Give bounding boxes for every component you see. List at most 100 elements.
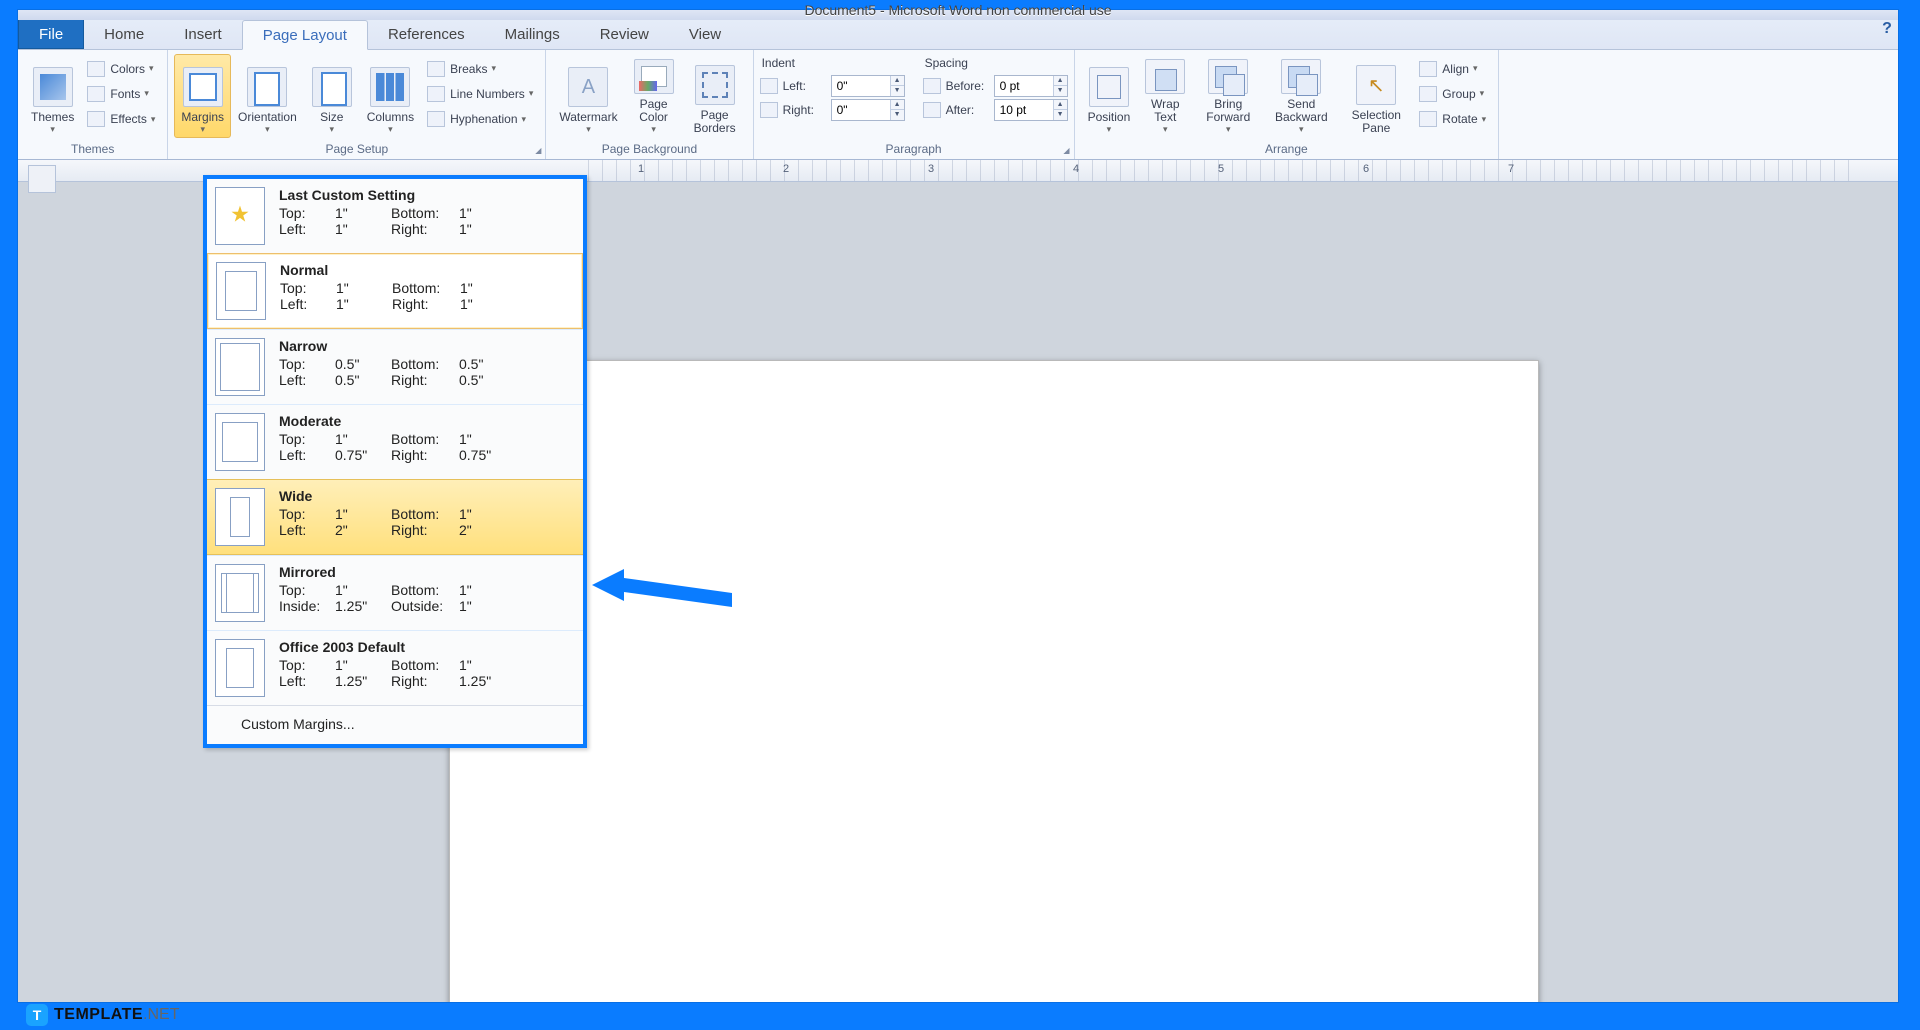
wrap-text-button[interactable]: Wrap Text▾ [1137,54,1193,138]
paragraph-dialog-launcher[interactable]: Paragraph [760,140,1068,157]
margin-thumb-icon [215,187,265,245]
colors-icon [87,61,105,77]
margin-thumb-icon [215,338,265,396]
breaks-button[interactable]: Breaks▾ [423,59,537,79]
app-window: Document5 - Microsoft Word non commercia… [18,10,1898,1002]
ruler-mark: 4 [1073,163,1079,175]
margin-thumb-icon [215,488,265,546]
indent-left-icon [760,78,778,94]
rotate-button[interactable]: Rotate▾ [1415,109,1490,129]
ruler-mark: 2 [783,163,789,175]
hyphenation-icon [427,111,445,127]
size-icon [312,67,352,107]
selection-pane-button[interactable]: Selection Pane [1339,54,1413,138]
margins-button[interactable]: Margins ▾ [174,54,231,138]
position-icon [1089,67,1129,107]
line-numbers-button[interactable]: Line Numbers▾ [423,84,537,104]
group-themes: Themes ▾ Colors▾ Fonts▾ Effects▾ Themes [18,50,168,159]
indent-right-icon [760,102,778,118]
ruler-mark: 1 [638,163,644,175]
tab-insert[interactable]: Insert [164,20,242,49]
margin-thumb-icon [215,564,265,622]
ruler-mark: 6 [1363,163,1369,175]
spacing-after-icon [923,102,941,118]
fonts-icon [87,86,105,102]
colors-button[interactable]: Colors▾ [83,59,159,79]
ruler-corner [28,165,56,193]
margins-option-narrow[interactable]: NarrowTop:0.5"Bottom:0.5"Left:0.5"Right:… [207,329,583,404]
themes-icon [33,67,73,107]
group-page-background: Watermark▾ Page Color▾ Page Borders Page… [546,50,753,159]
indent-left-input[interactable]: ▲▼ [831,75,905,97]
effects-icon [87,111,105,127]
columns-button[interactable]: Columns ▾ [360,54,421,138]
tab-references[interactable]: References [368,20,485,49]
ribbon: Themes ▾ Colors▾ Fonts▾ Effects▾ Themes … [18,50,1898,160]
group-button[interactable]: Group▾ [1415,84,1490,104]
tab-review[interactable]: Review [580,20,669,49]
indent-right-input[interactable]: ▲▼ [831,99,905,121]
watermark-button[interactable]: Watermark▾ [552,54,624,138]
tab-view[interactable]: View [669,20,741,49]
spacing-before-icon [923,78,941,94]
page-color-icon [634,59,674,94]
group-paragraph: Indent Left: ▲▼ Right: ▲▼ Spacing Before… [754,50,1075,159]
title-bar: Document5 - Microsoft Word non commercia… [18,10,1898,20]
group-arrange: Position▾ Wrap Text▾ Bring Forward▾ Send… [1075,50,1500,159]
group-icon [1419,86,1437,102]
tab-mailings[interactable]: Mailings [485,20,580,49]
watermark-icon [568,67,608,107]
orientation-button[interactable]: Orientation ▾ [231,54,304,138]
margins-option-mirrored[interactable]: MirroredTop:1"Bottom:1"Inside:1.25"Outsi… [207,555,583,630]
margins-option-moderate[interactable]: ModerateTop:1"Bottom:1"Left:0.75"Right:0… [207,404,583,479]
ribbon-tabs: File HomeInsertPage LayoutReferencesMail… [18,20,1898,50]
spacing-before-input[interactable]: ▲▼ [994,75,1068,97]
margins-option-last[interactable]: Last Custom SettingTop:1"Bottom:1"Left:1… [207,179,583,253]
watermark-footer: T TEMPLATE.NET [26,1004,179,1026]
align-icon [1419,61,1437,77]
help-icon[interactable]: ? [1876,20,1898,49]
position-button[interactable]: Position▾ [1081,54,1138,138]
spacing-after-input[interactable]: ▲▼ [994,99,1068,121]
columns-icon [370,67,410,107]
effects-button[interactable]: Effects▾ [83,109,159,129]
fonts-button[interactable]: Fonts▾ [83,84,159,104]
tab-page-layout[interactable]: Page Layout [242,20,368,50]
margin-thumb-icon [216,262,266,320]
breaks-icon [427,61,445,77]
rotate-icon [1419,111,1437,127]
themes-button[interactable]: Themes ▾ [24,54,81,138]
margins-icon [183,67,223,107]
group-page-setup: Margins ▾ Orientation ▾ Size ▾ Columns ▾ [168,50,546,159]
margins-option-o2003[interactable]: Office 2003 DefaultTop:1"Bottom:1"Left:1… [207,630,583,705]
window-title: Document5 - Microsoft Word non commercia… [804,2,1111,18]
margins-dropdown: Last Custom SettingTop:1"Bottom:1"Left:1… [203,175,587,748]
ruler-mark: 7 [1508,163,1514,175]
orientation-icon [247,67,287,107]
hyphenation-button[interactable]: Hyphenation▾ [423,109,537,129]
ruler-mark: 5 [1218,163,1224,175]
ruler-mark: 3 [928,163,934,175]
bring-forward-button[interactable]: Bring Forward▾ [1193,54,1263,138]
page-setup-dialog-launcher[interactable]: Page Setup [174,140,539,157]
tab-file[interactable]: File [18,20,84,49]
spin-up-icon[interactable]: ▲ [890,76,904,86]
send-backward-button[interactable]: Send Backward▾ [1263,54,1339,138]
page[interactable] [449,360,1539,1002]
margins-option-wide[interactable]: WideTop:1"Bottom:1"Left:2"Right:2" [207,479,583,555]
margins-option-normal[interactable]: NormalTop:1"Bottom:1"Left:1"Right:1" [207,253,583,329]
page-borders-button[interactable]: Page Borders [683,54,747,138]
bring-forward-icon [1208,59,1248,94]
wrap-text-icon [1145,59,1185,94]
selection-pane-icon [1356,65,1396,105]
margin-thumb-icon [215,639,265,697]
margin-thumb-icon [215,413,265,471]
page-borders-icon [695,65,735,105]
send-backward-icon [1281,59,1321,94]
align-button[interactable]: Align▾ [1415,59,1490,79]
custom-margins-button[interactable]: Custom Margins... [207,705,583,744]
size-button[interactable]: Size ▾ [304,54,360,138]
tab-home[interactable]: Home [84,20,164,49]
page-color-button[interactable]: Page Color▾ [625,54,683,138]
spin-down-icon[interactable]: ▼ [890,86,904,96]
